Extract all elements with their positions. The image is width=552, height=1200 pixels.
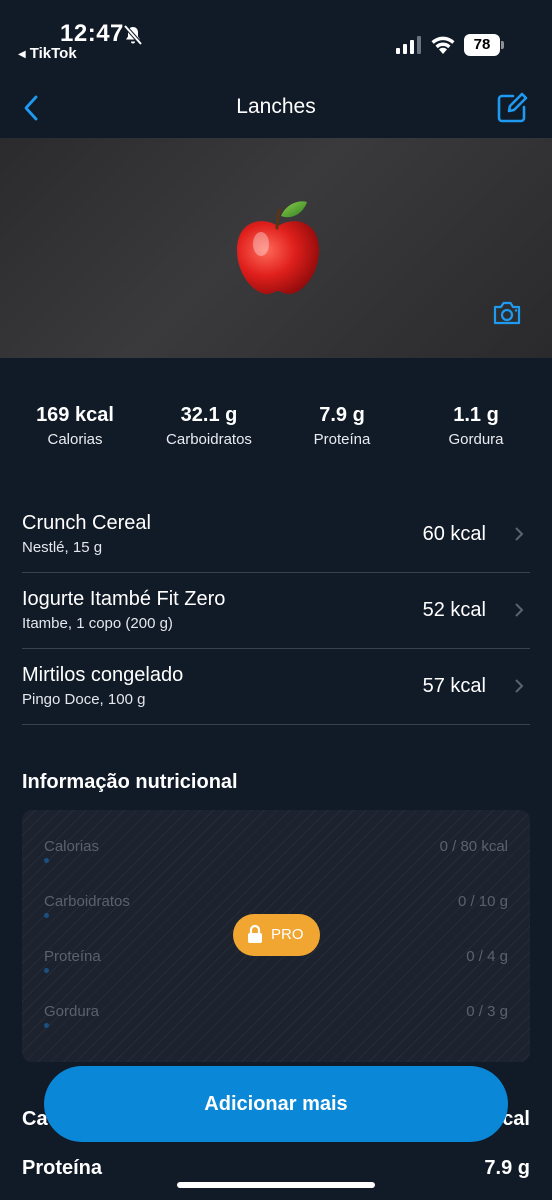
list-item[interactable]: Crunch Cereal Nestlé, 15 g 60 kcal [22, 497, 530, 573]
food-list: Crunch Cereal Nestlé, 15 g 60 kcal Iogur… [22, 497, 530, 725]
progress-dot [44, 1023, 49, 1028]
progress-dot [44, 913, 49, 918]
food-detail: Pingo Doce, 100 g [22, 691, 146, 708]
summary-label: Calorias [47, 431, 103, 448]
back-to-app-link[interactable]: ◀ TikTok [18, 45, 77, 62]
food-detail: Itambe, 1 copo (200 g) [22, 615, 173, 632]
meal-photo [0, 138, 552, 358]
bell-off-icon [123, 24, 143, 46]
summary-label: Proteína [313, 431, 371, 448]
food-kcal: 60 kcal [422, 523, 486, 545]
status-time: 12:47 [60, 20, 124, 47]
locked-nutrition-card[interactable]: Calorias 0 / 80 kcal Carboidratos 0 / 10… [22, 810, 530, 1062]
status-bar: 12:47 ◀ TikTok 78 [0, 0, 552, 72]
summary-carbs: 32.1 g Carboidratos [152, 404, 266, 448]
food-name: Crunch Cereal [22, 512, 151, 534]
home-indicator[interactable] [177, 1182, 375, 1188]
page-title: Lanches [236, 95, 316, 118]
macro-row-label: Proteína [22, 1157, 103, 1179]
macro-row-value: 7.9 g [484, 1157, 530, 1179]
nav-bar: Lanches [0, 80, 552, 136]
food-name: Iogurte Itambé Fit Zero [22, 588, 226, 610]
nutrient-name: Proteína [44, 948, 101, 965]
nutrient-value: 0 / 3 g [466, 1003, 508, 1020]
progress-dot [44, 858, 49, 863]
nutrient-value: 0 / 80 kcal [439, 838, 508, 855]
nutrient-value: 0 / 10 g [457, 893, 508, 910]
nutrient-name: Carboidratos [44, 893, 130, 910]
nutrient-row: Calorias 0 / 80 kcal [44, 838, 508, 868]
chevron-right-icon [515, 603, 524, 617]
nutrient-row: Gordura 0 / 3 g [44, 1003, 508, 1033]
camera-icon[interactable] [492, 300, 522, 326]
nutrition-section-title: Informação nutricional [22, 771, 238, 793]
summary-value: 32.1 g [180, 404, 238, 426]
pro-badge[interactable]: PRO [233, 914, 320, 956]
chevron-right-icon [515, 679, 524, 693]
cellular-signal-icon [396, 36, 422, 54]
summary-value: 1.1 g [453, 404, 499, 426]
food-kcal: 52 kcal [422, 599, 486, 621]
list-item[interactable]: Mirtilos congelado Pingo Doce, 100 g 57 … [22, 649, 530, 725]
pro-label: PRO [271, 926, 304, 943]
back-app-label: TikTok [29, 45, 77, 62]
macro-summary: 169 kcal Calorias 32.1 g Carboidratos 7.… [0, 404, 552, 454]
nutrient-name: Calorias [44, 838, 100, 855]
lock-icon [248, 924, 262, 943]
list-item[interactable]: Iogurte Itambé Fit Zero Itambe, 1 copo (… [22, 573, 530, 649]
progress-dot [44, 968, 49, 973]
summary-protein: 7.9 g Proteína [292, 404, 392, 448]
summary-label: Gordura [448, 431, 504, 448]
chevron-right-icon [515, 527, 524, 541]
edit-icon[interactable] [496, 92, 528, 124]
nutrient-value: 0 / 4 g [466, 948, 508, 965]
apple-icon [237, 201, 319, 294]
summary-value: 7.9 g [319, 404, 365, 426]
summary-fat: 1.1 g Gordura [426, 404, 526, 448]
add-more-button[interactable]: Adicionar mais [44, 1066, 508, 1142]
back-triangle-icon: ◀ [18, 49, 26, 60]
summary-calories: 169 kcal Calorias [22, 404, 128, 448]
wifi-icon [431, 36, 455, 54]
summary-label: Carboidratos [166, 431, 252, 448]
nutrient-name: Gordura [44, 1003, 100, 1020]
food-detail: Nestlé, 15 g [22, 539, 103, 556]
food-name: Mirtilos congelado [22, 664, 184, 686]
battery-level: 78 [464, 34, 500, 56]
summary-value: 169 kcal [36, 404, 114, 426]
battery-icon: 78 [464, 34, 504, 56]
macro-row-label: Ca [22, 1108, 48, 1130]
food-kcal: 57 kcal [422, 675, 486, 697]
